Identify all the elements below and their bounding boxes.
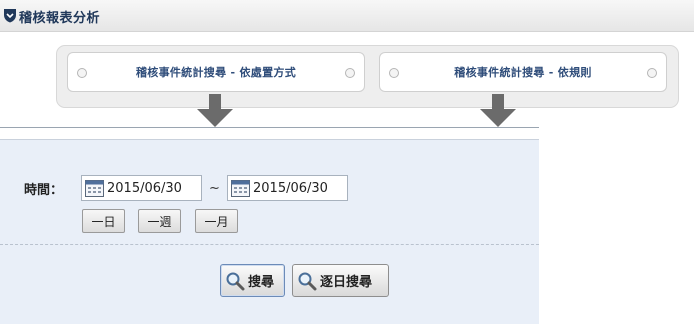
tab-label: 稽核事件統計搜尋 - 依處置方式 [135, 66, 297, 79]
start-date-field[interactable] [81, 175, 207, 201]
shield-icon [4, 9, 16, 23]
calendar-icon[interactable] [85, 179, 104, 197]
start-date-input[interactable] [107, 177, 207, 199]
end-date-input[interactable] [253, 177, 353, 199]
down-arrow-icon [480, 94, 516, 127]
tab-by-disposition[interactable]: 稽核事件統計搜尋 - 依處置方式 [67, 52, 365, 92]
report-type-panel: 稽核事件統計搜尋 - 依處置方式 稽核事件統計搜尋 - 依規則 [56, 45, 679, 108]
time-label: 時間： [24, 183, 64, 198]
daily-search-button-label: 逐日搜尋 [320, 275, 373, 290]
radio-dot-icon [345, 68, 355, 78]
down-arrow-icon [197, 94, 233, 127]
one-day-button[interactable]: 一日 [82, 209, 125, 233]
range-separator: ~ [209, 181, 220, 196]
search-form: 時間： ~ 一日 一週 一月 搜尋 逐日搜尋 [0, 127, 539, 324]
form-top-strip [0, 128, 539, 140]
search-button[interactable]: 搜尋 [220, 264, 285, 297]
daily-search-button[interactable]: 逐日搜尋 [292, 264, 389, 297]
end-date-field[interactable] [227, 175, 353, 201]
calendar-icon[interactable] [231, 179, 250, 197]
one-week-button[interactable]: 一週 [138, 209, 181, 233]
tab-by-rule[interactable]: 稽核事件統計搜尋 - 依規則 [379, 52, 667, 92]
page-title: 稽核報表分析 [19, 11, 101, 26]
tab-label: 稽核事件統計搜尋 - 依規則 [454, 66, 592, 79]
magnifier-icon [298, 272, 317, 290]
magnifier-icon [226, 272, 245, 290]
form-divider [0, 244, 539, 245]
page-header: 稽核報表分析 [0, 0, 694, 32]
search-button-label: 搜尋 [248, 275, 275, 290]
one-month-button[interactable]: 一月 [195, 209, 238, 233]
radio-dot-icon [647, 68, 657, 78]
